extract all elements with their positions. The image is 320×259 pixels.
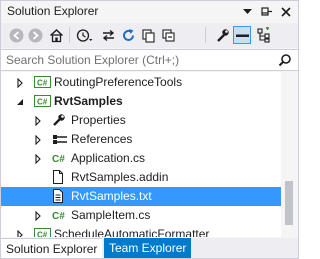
- csproj-icon: C#: [34, 94, 51, 108]
- svg-text:C#: C#: [37, 98, 48, 107]
- toolbar-separator: [69, 27, 70, 43]
- tab-solution-explorer[interactable]: Solution Explorer: [1, 238, 103, 258]
- forward-icon[interactable]: [26, 26, 44, 44]
- chevron-right-icon[interactable]: [33, 153, 43, 165]
- tree-item-label: ScheduleAutomaticFormatter: [54, 227, 210, 237]
- tree-item-label: Application.cs: [71, 151, 146, 165]
- wrench-icon: [52, 113, 68, 127]
- copy-icon[interactable]: [139, 26, 157, 44]
- chevron-right-icon[interactable]: [15, 229, 25, 237]
- chevron-right-icon[interactable]: [33, 115, 43, 127]
- solution-explorer-window: Solution Explorer Search Solution Explor…: [0, 0, 299, 259]
- tree-item-label: References: [71, 132, 133, 146]
- dropdown-icon[interactable]: [241, 5, 254, 18]
- tree-item-label: RoutingPreferenceTools: [54, 75, 183, 89]
- csproj-icon: C#: [34, 75, 51, 89]
- tree-item-label: RvtSamples.txt: [71, 189, 152, 203]
- tree-item-properties[interactable]: Properties: [1, 111, 281, 130]
- tree-item-label: RvtSamples.addin: [71, 170, 169, 184]
- svg-text:C#: C#: [37, 231, 48, 238]
- scrollbar-thumb[interactable]: [285, 181, 293, 225]
- tree-item-application-cs[interactable]: C# Application.cs: [1, 149, 281, 168]
- search-icon[interactable]: [278, 53, 292, 67]
- chevron-right-icon[interactable]: [15, 77, 25, 89]
- collapse-all-icon[interactable]: [159, 26, 177, 44]
- svg-text:C#: C#: [52, 211, 65, 222]
- svg-text:C#: C#: [52, 154, 65, 165]
- preview-icon[interactable]: [255, 26, 273, 44]
- csharp-file-icon: C#: [52, 208, 68, 222]
- file-icon: [52, 170, 68, 184]
- back-icon[interactable]: [7, 26, 25, 44]
- properties-icon[interactable]: [213, 26, 231, 44]
- svg-text:C#: C#: [37, 79, 48, 88]
- close-icon[interactable]: [279, 5, 292, 18]
- bottom-tab-strip: Solution Explorer Team Explorer: [1, 238, 298, 258]
- search-input[interactable]: [6, 52, 256, 68]
- csharp-file-icon: C#: [52, 151, 68, 165]
- tree-item-rvtsamples-txt[interactable]: RvtSamples.txt: [1, 187, 281, 206]
- home-icon[interactable]: [47, 26, 65, 44]
- title-controls: [241, 5, 292, 18]
- chevron-expanded-icon[interactable]: [15, 96, 25, 106]
- chevron-right-icon[interactable]: [33, 134, 43, 146]
- history-icon[interactable]: [75, 26, 93, 44]
- references-icon: [52, 132, 68, 146]
- tree-item-scheduleautomaticformatter[interactable]: C# ScheduleAutomaticFormatter: [1, 225, 281, 237]
- show-all-files-icon[interactable]: [233, 26, 251, 44]
- toolbar-separator: [205, 27, 206, 43]
- tree-item-rvtsamples-addin[interactable]: RvtSamples.addin: [1, 168, 281, 187]
- search-box: [1, 49, 298, 71]
- tree-item-label: SampleItem.cs: [71, 208, 151, 222]
- vertical-scrollbar[interactable]: [281, 72, 298, 237]
- tree-item-routingpreferencetools[interactable]: C# RoutingPreferenceTools: [1, 73, 281, 92]
- csproj-icon: C#: [34, 227, 51, 238]
- title-bar: Solution Explorer: [1, 1, 298, 23]
- tree-item-references[interactable]: References: [1, 130, 281, 149]
- chevron-right-icon[interactable]: [33, 210, 43, 222]
- tree-item-rvtsamples[interactable]: C# RvtSamples: [1, 92, 281, 111]
- pin-icon[interactable]: [260, 5, 273, 18]
- refresh-icon[interactable]: [119, 26, 137, 44]
- tab-team-explorer[interactable]: Team Explorer: [104, 238, 192, 258]
- tree-item-label: Properties: [71, 113, 126, 127]
- sync-icon[interactable]: [99, 26, 117, 44]
- window-title: Solution Explorer: [7, 4, 99, 18]
- tree-item-label: RvtSamples: [54, 94, 123, 108]
- tree-item-sampleitem-cs[interactable]: C# SampleItem.cs: [1, 206, 281, 225]
- solution-tree: C# RoutingPreferenceTools C# RvtSamples …: [1, 72, 281, 237]
- toolbar: [1, 23, 298, 48]
- text-file-icon: [52, 189, 68, 203]
